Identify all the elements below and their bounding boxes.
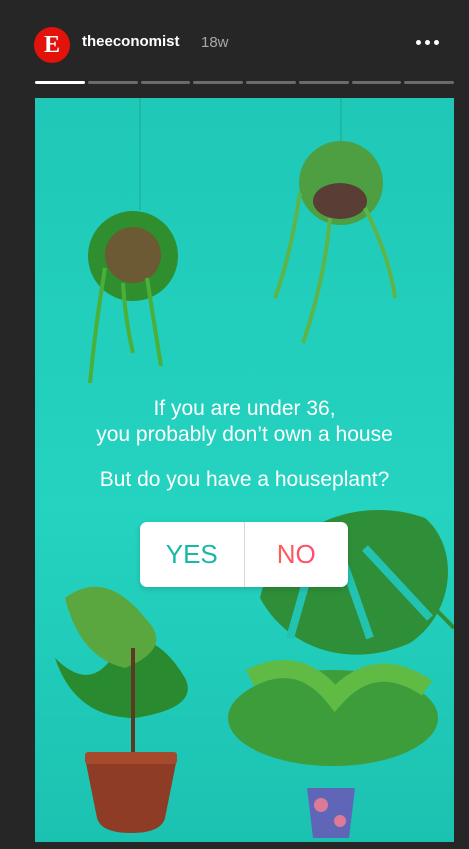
story-statement: If you are under 36, you probably don’t … [35, 396, 454, 448]
progress-segment [298, 81, 349, 84]
statement-line-1: If you are under 36, [153, 397, 336, 420]
progress-segment [351, 81, 402, 84]
progress-segment [193, 81, 243, 84]
poll-no-button[interactable]: NO [245, 522, 349, 587]
hanging-plant-right-icon [273, 98, 397, 344]
progress-segment [140, 81, 191, 84]
story-question: But do you have a houseplant? [99, 468, 390, 491]
avatar[interactable]: E [34, 27, 70, 63]
potted-plant-right-icon [228, 660, 438, 838]
progress-segment [87, 81, 138, 84]
progress-segment [404, 81, 454, 84]
poll-yes-button[interactable]: YES [140, 522, 245, 587]
progress-segment [246, 81, 296, 84]
hanging-plant-left-icon [88, 98, 178, 384]
story-header: E theeconomist 18w [0, 0, 469, 96]
timestamp: 18w [201, 34, 229, 51]
more-options-icon[interactable] [412, 27, 442, 57]
potted-plant-left-icon [55, 586, 188, 833]
story-content[interactable]: If you are under 36, you probably don’t … [35, 98, 454, 842]
statement-line-2: you probably don’t own a house [96, 423, 393, 446]
username[interactable]: theeconomist [82, 33, 180, 50]
progress-segment [35, 81, 85, 84]
progress-bar [35, 81, 454, 84]
poll-sticker: YES NO [140, 522, 348, 587]
